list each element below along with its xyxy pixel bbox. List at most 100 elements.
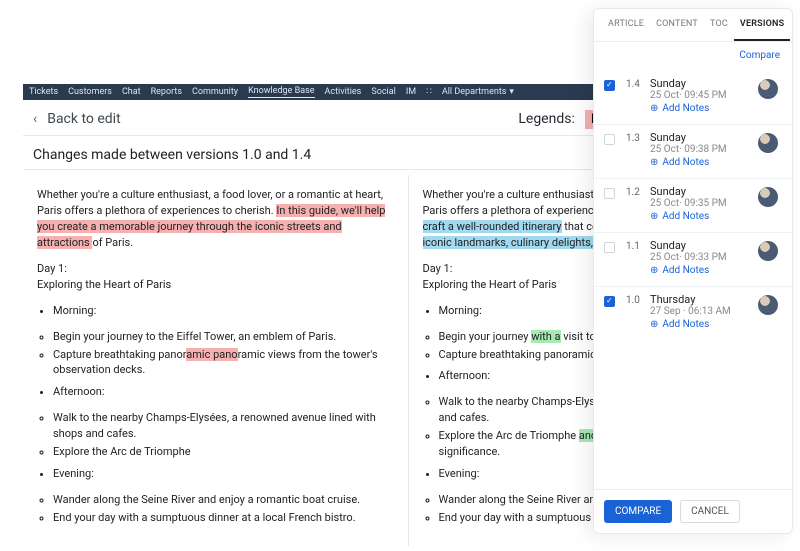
list-item: Capture breathtaking panoramic panoramic… bbox=[53, 347, 394, 379]
page-title: Changes made between versions 1.0 and 1.… bbox=[33, 147, 311, 163]
panel-tabs: ARTICLE CONTENT TOC VERSIONS bbox=[594, 9, 792, 42]
plus-icon: ⊕ bbox=[650, 157, 658, 168]
plus-icon: ⊕ bbox=[650, 103, 658, 114]
department-picker[interactable]: All Departments ▾ bbox=[442, 87, 514, 97]
nav-customers[interactable]: Customers bbox=[68, 87, 112, 97]
add-notes-link[interactable]: ⊕ Add Notes bbox=[650, 157, 754, 168]
nav-reports[interactable]: Reports bbox=[151, 87, 182, 97]
grid-icon[interactable]: ∷ bbox=[426, 87, 432, 97]
version-time: 25 Oct· 09:45 PM bbox=[650, 90, 754, 101]
nav-activities[interactable]: Activities bbox=[325, 87, 362, 97]
list-item: Begin your journey to the Eiffel Tower, … bbox=[53, 329, 394, 345]
list-item: Walk to the nearby Champs-Elysées, a ren… bbox=[53, 410, 394, 442]
compare-link[interactable]: Compare bbox=[594, 42, 792, 69]
version-checkbox[interactable] bbox=[604, 188, 615, 199]
cancel-button[interactable]: CANCEL bbox=[680, 500, 740, 523]
version-time: 25 Oct· 09:33 PM bbox=[650, 252, 754, 263]
list-item: Explore the Arc de Triomphe bbox=[53, 444, 394, 460]
old-morning-section: Morning: bbox=[37, 303, 394, 319]
plus-icon: ⊕ bbox=[650, 265, 658, 276]
tab-versions[interactable]: VERSIONS bbox=[734, 9, 790, 41]
add-notes-label: Add Notes bbox=[662, 211, 709, 222]
afternoon-label: Afternoon: bbox=[53, 384, 394, 400]
back-to-edit-link[interactable]: Back to edit bbox=[47, 111, 120, 127]
version-checkbox[interactable] bbox=[604, 242, 615, 253]
morning-label: Morning: bbox=[53, 303, 394, 319]
removed-text: amic pano bbox=[186, 348, 237, 361]
version-meta: Sunday 25 Oct· 09:38 PM ⊕ Add Notes bbox=[650, 131, 754, 168]
nav-knowledge-base[interactable]: Knowledge Base bbox=[248, 86, 314, 98]
nav-social[interactable]: Social bbox=[371, 87, 395, 97]
added-text: with a bbox=[531, 330, 560, 343]
version-day: Sunday bbox=[650, 131, 754, 144]
version-time: 27 Sep · 06:13 AM bbox=[650, 306, 754, 317]
version-item[interactable]: 1.1 Sunday 25 Oct· 09:33 PM ⊕ Add Notes bbox=[594, 233, 792, 287]
tab-toc[interactable]: TOC bbox=[704, 9, 734, 41]
version-time: 25 Oct· 09:35 PM bbox=[650, 198, 754, 209]
version-day: Sunday bbox=[650, 185, 754, 198]
add-notes-label: Add Notes bbox=[662, 319, 709, 330]
version-checkbox[interactable] bbox=[604, 80, 615, 91]
version-number: 1.2 bbox=[626, 185, 646, 198]
version-item[interactable]: 1.0 Thursday 27 Sep · 06:13 AM ⊕Add Note… bbox=[594, 287, 792, 340]
old-afternoon-section: Afternoon: bbox=[37, 384, 394, 400]
version-checkbox[interactable] bbox=[604, 296, 615, 307]
nav-chat[interactable]: Chat bbox=[122, 87, 141, 97]
version-item[interactable]: 1.2 Sunday 25 Oct· 09:35 PM ⊕ Add Notes bbox=[594, 179, 792, 233]
version-number: 1.4 bbox=[626, 77, 646, 90]
text: of Paris. bbox=[92, 236, 133, 249]
diff-old-column: Whether you're a culture enthusiast, a f… bbox=[23, 175, 409, 546]
back-arrow-icon[interactable]: ‹ bbox=[33, 111, 37, 127]
add-notes-label: Add Notes bbox=[662, 157, 709, 168]
nav-im[interactable]: IM bbox=[406, 87, 416, 97]
author-avatar bbox=[758, 295, 778, 315]
text: Explore the Arc de Triomphe bbox=[439, 429, 579, 442]
add-notes-link[interactable]: ⊕ Add Notes bbox=[650, 265, 754, 276]
version-meta: Sunday 25 Oct· 09:45 PM ⊕ Add Notes bbox=[650, 77, 754, 114]
version-day: Thursday bbox=[650, 293, 754, 306]
compare-button[interactable]: COMPARE bbox=[604, 500, 672, 523]
add-notes-label: Add Notes bbox=[662, 103, 709, 114]
evening-label: Evening: bbox=[53, 466, 394, 482]
version-number: 1.1 bbox=[626, 239, 646, 252]
old-day-sub: Exploring the Heart of Paris bbox=[37, 277, 394, 293]
panel-footer: COMPARE CANCEL bbox=[594, 489, 792, 533]
version-item[interactable]: 1.3 Sunday 25 Oct· 09:38 PM ⊕ Add Notes bbox=[594, 125, 792, 179]
versions-panel: ARTICLE CONTENT TOC VERSIONS Compare 1.4… bbox=[593, 8, 793, 534]
old-day-heading: Day 1: bbox=[37, 261, 394, 277]
version-day: Sunday bbox=[650, 77, 754, 90]
add-notes-link[interactable]: ⊕ Add Notes bbox=[650, 319, 754, 330]
list-item: Wander along the Seine River and enjoy a… bbox=[53, 492, 394, 508]
author-avatar bbox=[758, 133, 778, 153]
old-evening-section: Evening: bbox=[37, 466, 394, 482]
version-day: Sunday bbox=[650, 239, 754, 252]
version-time: 25 Oct· 09:38 PM bbox=[650, 144, 754, 155]
version-checkbox[interactable] bbox=[604, 134, 615, 145]
version-meta: Sunday 25 Oct· 09:35 PM ⊕ Add Notes bbox=[650, 185, 754, 222]
version-number: 1.3 bbox=[626, 131, 646, 144]
chevron-down-icon: ▾ bbox=[509, 87, 514, 97]
author-avatar bbox=[758, 79, 778, 99]
tab-content[interactable]: CONTENT bbox=[650, 9, 704, 41]
department-label: All Departments bbox=[442, 87, 507, 97]
version-meta: Thursday 27 Sep · 06:13 AM ⊕ Add Notes bbox=[650, 293, 754, 330]
old-afternoon-items: Walk to the nearby Champs-Elysées, a ren… bbox=[37, 410, 394, 460]
text: Capture breathtaking panor bbox=[53, 348, 186, 361]
tab-article[interactable]: ARTICLE bbox=[602, 9, 650, 41]
nav-tickets[interactable]: Tickets bbox=[29, 87, 58, 97]
add-notes-link[interactable]: ⊕ Add Notes bbox=[650, 211, 754, 222]
author-avatar bbox=[758, 241, 778, 261]
old-intro: Whether you're a culture enthusiast, a f… bbox=[37, 187, 394, 251]
plus-icon: ⊕ bbox=[650, 211, 658, 222]
author-avatar bbox=[758, 187, 778, 207]
add-notes-link[interactable]: ⊕ Add Notes bbox=[650, 103, 754, 114]
legends-label: Legends: bbox=[518, 111, 575, 127]
text: Begin your journey bbox=[439, 330, 532, 343]
plus-icon: ⊕ bbox=[650, 319, 658, 330]
add-notes-label: Add Notes bbox=[662, 265, 709, 276]
old-morning-items: Begin your journey to the Eiffel Tower, … bbox=[37, 329, 394, 379]
version-item[interactable]: 1.4 Sunday 25 Oct· 09:45 PM ⊕ Add Notes bbox=[594, 71, 792, 125]
nav-community[interactable]: Community bbox=[192, 87, 238, 97]
version-meta: Sunday 25 Oct· 09:33 PM ⊕ Add Notes bbox=[650, 239, 754, 276]
old-evening-items: Wander along the Seine River and enjoy a… bbox=[37, 492, 394, 526]
